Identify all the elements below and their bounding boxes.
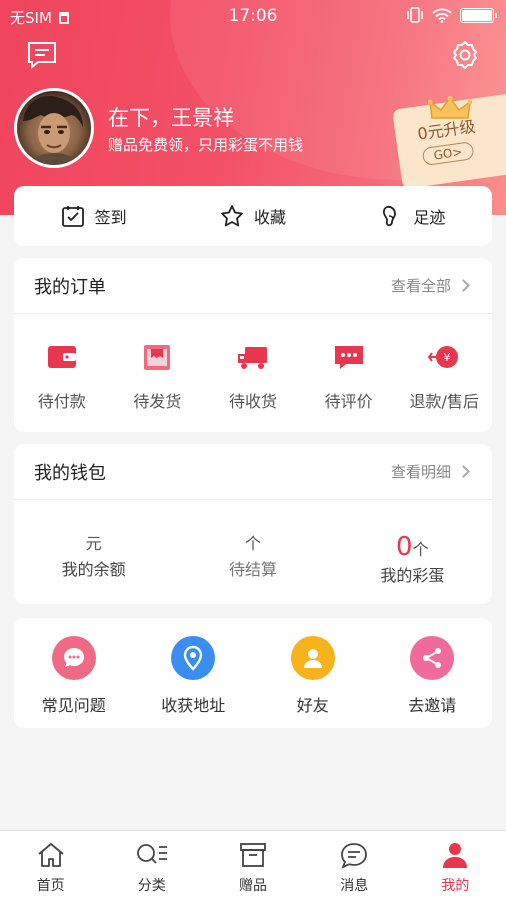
eggs-value: 0	[396, 532, 413, 562]
calendar-check-icon	[61, 206, 84, 227]
orders-title: 我的订单	[34, 276, 106, 298]
orders-view-all[interactable]: 查看全部	[390, 275, 470, 296]
order-label: 待评价	[324, 392, 373, 411]
avatar[interactable]	[14, 88, 94, 168]
order-to-review[interactable]: 待评价	[301, 340, 397, 412]
footprint-label: 足迹	[413, 208, 446, 227]
footprint-button[interactable]: 足迹	[333, 186, 492, 246]
message-list-icon[interactable]	[26, 40, 58, 70]
wallet-balance[interactable]: 元 我的余额	[14, 528, 173, 586]
map-pin-icon	[184, 645, 203, 671]
share-icon	[410, 636, 455, 680]
share-nodes-icon	[423, 648, 442, 668]
chevron-right-icon	[457, 465, 470, 478]
gift-box-icon	[240, 843, 266, 867]
tool-address[interactable]: 收获地址	[134, 618, 254, 728]
tab-label: 首页	[36, 878, 65, 894]
crown-icon	[428, 96, 472, 119]
tool-label: 收获地址	[161, 696, 226, 715]
order-label: 待发货	[133, 392, 182, 411]
wallet-eggs[interactable]: 0个 我的彩蛋	[333, 528, 492, 586]
user-icon	[443, 843, 468, 868]
truck-icon	[237, 347, 267, 369]
order-to-ship[interactable]: 待发货	[110, 340, 206, 412]
gear-icon[interactable]	[450, 40, 480, 70]
faq-icon	[51, 636, 96, 680]
comment-icon	[334, 346, 363, 369]
tab-label: 消息	[340, 878, 369, 894]
username: 在下，王景祥	[108, 106, 234, 130]
footprint-icon	[383, 205, 397, 227]
home-icon	[38, 843, 64, 867]
vibrate-icon	[407, 7, 423, 23]
message-icon	[341, 843, 368, 869]
avatar-portrait	[23, 96, 83, 165]
favorites-button[interactable]: 收藏	[173, 186, 332, 246]
wallet-title: 我的钱包	[34, 462, 106, 484]
go-button[interactable]: GO>	[421, 141, 475, 167]
battery-icon	[460, 7, 497, 23]
speech-bubble-icon	[63, 648, 84, 667]
quick-actions-bar: 签到 收藏 足迹	[14, 186, 492, 246]
order-label: 待收货	[228, 392, 277, 411]
tool-label: 好友	[296, 696, 329, 715]
person-icon	[303, 649, 322, 668]
wallet-icon	[47, 346, 76, 368]
wallet-card: 我的钱包 查看明细 元 我的余额 个 待结算 0个 我的彩蛋	[14, 444, 492, 604]
balance-label: 我的余额	[61, 560, 126, 579]
bottom-tab-bar: 首页 分类 赠品 消息 我的	[0, 830, 506, 900]
tab-messages[interactable]: 消息	[304, 831, 405, 900]
tool-label: 去邀请	[408, 696, 457, 715]
tab-label: 分类	[137, 878, 166, 894]
checkin-label: 签到	[94, 208, 127, 227]
eggs-unit: 个	[412, 540, 429, 559]
tab-mine[interactable]: 我的	[405, 831, 506, 900]
chevron-right-icon	[457, 279, 470, 292]
tab-category[interactable]: 分类	[101, 831, 202, 900]
tool-faq[interactable]: 常见问题	[14, 618, 134, 728]
tool-friends[interactable]: 好友	[253, 618, 373, 728]
category-icon	[136, 844, 167, 864]
tab-label: 赠品	[239, 878, 267, 894]
slogan: 赠品免费领，只用彩蛋不用钱	[108, 136, 304, 154]
order-pending-payment[interactable]: 待付款	[14, 340, 110, 412]
tools-card: 常见问题 收获地址 好友 去邀请	[14, 618, 492, 728]
status-bar: 无SIM 17:06	[0, 0, 506, 32]
orders-card: 我的订单 查看全部 待付款 待发货 待收货 待评价 ¥ 退款/售后	[14, 258, 492, 432]
tab-label: 我的	[441, 878, 470, 894]
tab-home[interactable]: 首页	[0, 831, 101, 900]
package-icon	[144, 345, 171, 370]
tool-invite[interactable]: 去邀请	[373, 618, 493, 728]
tab-gifts[interactable]: 赠品	[202, 831, 303, 900]
favorites-label: 收藏	[253, 208, 286, 227]
order-label: 退款/售后	[409, 392, 479, 411]
checkin-button[interactable]: 签到	[14, 186, 173, 246]
refund-icon: ¥	[427, 346, 459, 368]
friend-icon	[290, 636, 335, 680]
pending-unit: 个	[244, 534, 261, 553]
balance-unit: 元	[85, 534, 102, 553]
wallet-view-details-label: 查看明细	[390, 463, 451, 481]
wallet-pending[interactable]: 个 待结算	[173, 528, 332, 586]
svg-text:¥: ¥	[444, 351, 451, 364]
orders-view-all-label: 查看全部	[390, 277, 451, 295]
tool-label: 常见问题	[41, 696, 106, 715]
wifi-icon	[432, 8, 452, 23]
pending-label: 待结算	[228, 560, 277, 579]
order-refund[interactable]: ¥ 退款/售后	[396, 340, 492, 412]
wallet-view-details[interactable]: 查看明细	[390, 461, 470, 482]
location-icon	[171, 636, 216, 680]
eggs-label: 我的彩蛋	[380, 566, 445, 585]
star-icon	[221, 205, 243, 227]
order-to-receive[interactable]: 待收货	[205, 340, 301, 412]
order-label: 待付款	[37, 392, 86, 411]
